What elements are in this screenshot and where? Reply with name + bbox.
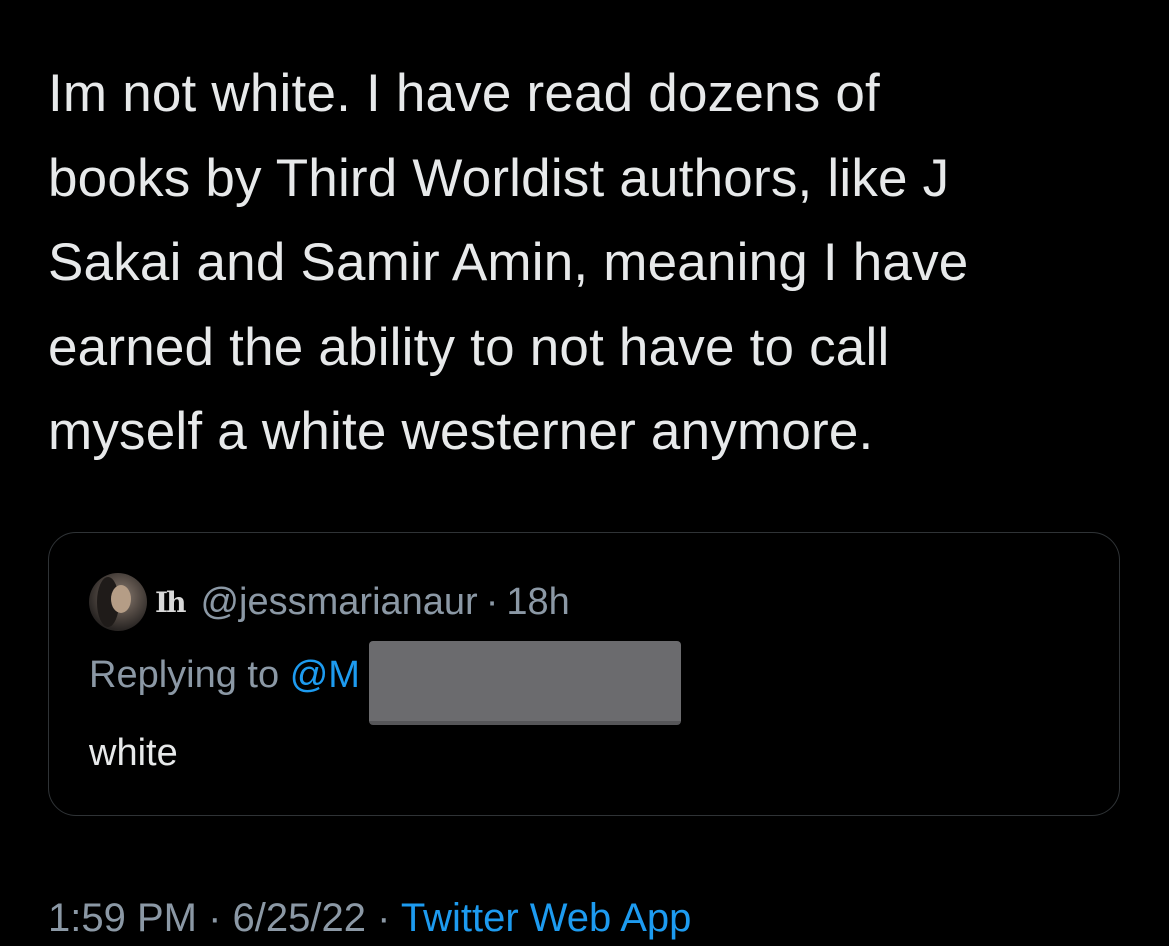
quoted-timestamp[interactable]: 18h [506,581,569,624]
replying-to-mention[interactable]: @M [290,654,360,696]
separator: · [377,896,391,940]
tweet-text: Im not white. I have read dozens of book… [48,52,1138,475]
tweet-date[interactable]: 6/25/22 [233,896,366,940]
replying-to-label: Replying to [89,654,280,696]
replying-to: Replying to @M [89,651,360,699]
avatar[interactable] [89,573,147,631]
tweet-metadata: 1:59 PM · 6/25/22 · Twitter Web App [48,890,691,946]
separator: · [208,896,222,940]
quoted-tweet-card[interactable]: Ih @jessmarianaur · 18h Replying to @M w… [48,532,1120,816]
tweet-text-line: Sakai and Samir Amin, meaning I have [48,233,969,292]
quoted-tweet-header: Ih @jessmarianaur · 18h [89,571,570,633]
tweet-source-link[interactable]: Twitter Web App [401,896,692,940]
tweet-time[interactable]: 1:59 PM [48,896,197,940]
tweet-text-line: earned the ability to not have to call [48,317,890,377]
quoted-tweet-text: white [89,732,178,774]
quoted-handle[interactable]: @jessmarianaur [200,581,477,624]
tweet-text-line: books by Third Worldist authors, like J [48,148,950,208]
separator: · [485,580,499,623]
display-name[interactable]: Ih [155,586,187,619]
tweet-text-line: myself a white westerner anymore. [48,402,874,461]
redaction-box [369,641,681,725]
tweet-text-line: Im not white. I have read dozens of [48,64,880,123]
